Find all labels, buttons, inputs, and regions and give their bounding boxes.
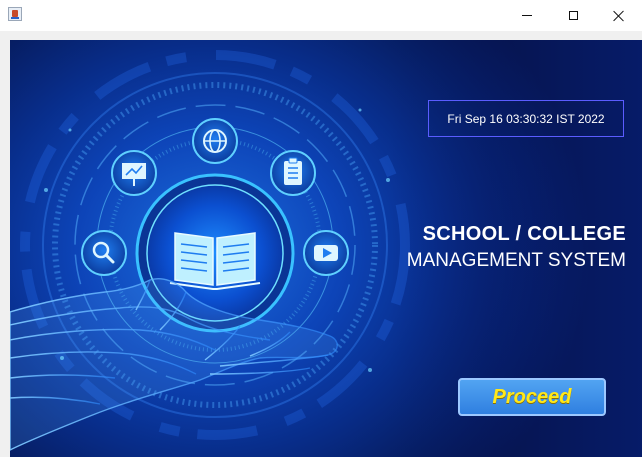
splash-panel: Fri Sep 16 03:30:32 IST 2022 SCHOOL / CO… xyxy=(10,40,642,457)
datetime-display: Fri Sep 16 03:30:32 IST 2022 xyxy=(428,100,624,137)
education-illustration xyxy=(10,50,410,451)
close-button[interactable] xyxy=(596,0,642,31)
proceed-button[interactable]: Proceed xyxy=(458,378,606,416)
minimize-icon xyxy=(522,15,532,16)
presentation-icon xyxy=(111,150,157,196)
search-icon xyxy=(81,230,127,276)
maximize-icon xyxy=(568,11,578,20)
title-bar xyxy=(0,0,642,31)
close-icon xyxy=(613,10,625,22)
java-app-icon[interactable] xyxy=(8,7,22,21)
app-title-line2: MANAGEMENT SYSTEM xyxy=(406,250,626,271)
minimize-button[interactable] xyxy=(504,0,550,31)
clipboard-icon xyxy=(270,150,316,196)
globe-icon xyxy=(192,118,238,164)
maximize-button[interactable] xyxy=(550,0,596,31)
app-title-line1: SCHOOL / COLLEGE xyxy=(422,223,626,245)
video-play-icon xyxy=(303,230,349,276)
